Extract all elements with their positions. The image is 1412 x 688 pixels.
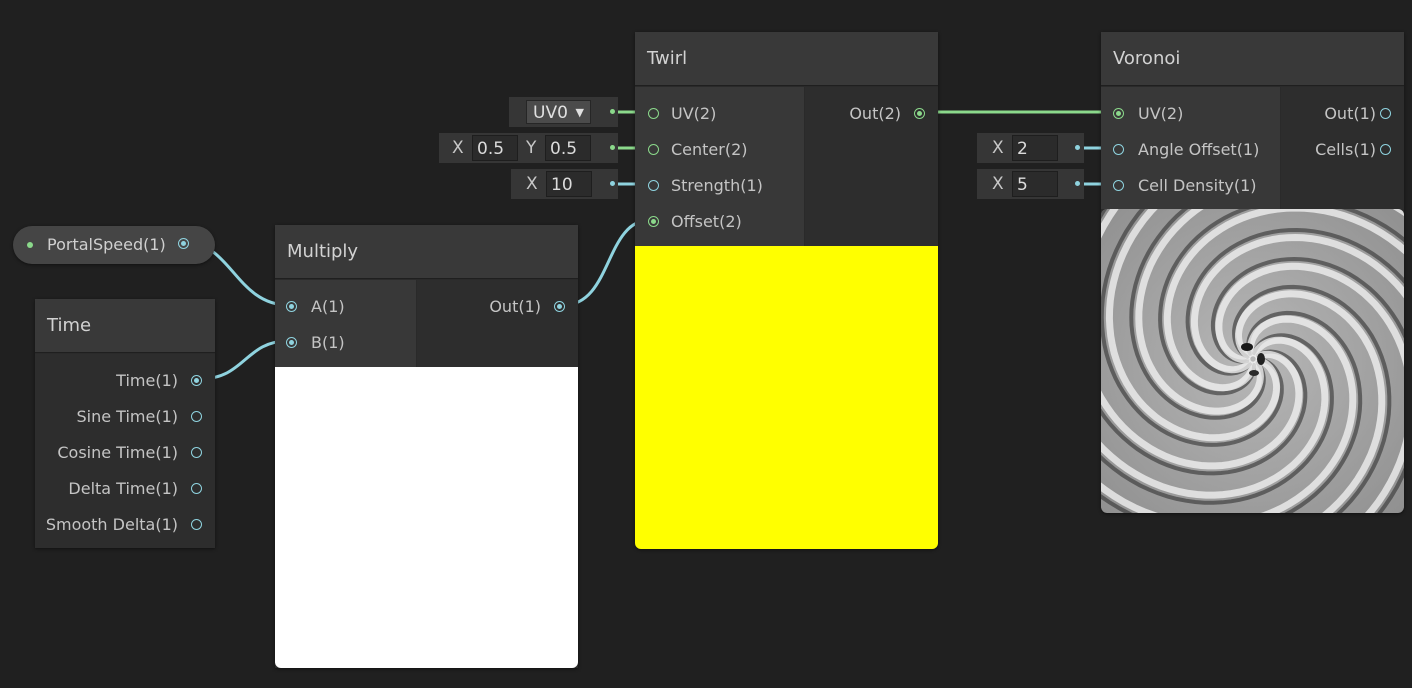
voronoi-output-column: Out(1) Cells(1)	[1281, 87, 1404, 209]
port-label: Cell Density(1)	[1138, 176, 1257, 195]
port-label: Center(2)	[671, 140, 748, 159]
port-center[interactable]: Center(2)	[635, 132, 804, 168]
input-pin[interactable]	[648, 216, 659, 227]
port-smooth-delta[interactable]: Smooth Delta(1)	[35, 507, 215, 543]
port-sine-time[interactable]: Sine Time(1)	[35, 399, 215, 435]
port-cells[interactable]: Cells(1)	[1281, 132, 1404, 168]
field-connector-dot	[1075, 181, 1080, 186]
twirl-node-title[interactable]: Twirl	[635, 32, 938, 86]
field-connector-dot	[610, 145, 615, 150]
input-pin[interactable]	[1113, 180, 1124, 191]
multiply-node[interactable]: Multiply A(1) B(1) Out(1)	[275, 225, 578, 668]
voronoi-node[interactable]: Voronoi UV(2) Angle Offset(1) Cell Densi…	[1101, 32, 1404, 513]
port-uv[interactable]: UV(2)	[635, 96, 804, 132]
port-offset[interactable]: Offset(2)	[635, 204, 804, 240]
multiply-output-column: Out(1)	[417, 280, 578, 367]
port-cell-density[interactable]: Cell Density(1)	[1101, 168, 1280, 204]
axis-x-label: X	[992, 174, 1004, 194]
voronoi-input-column: UV(2) Angle Offset(1) Cell Density(1)	[1101, 87, 1280, 209]
port-label: Strength(1)	[671, 176, 763, 195]
port-uv[interactable]: UV(2)	[1101, 96, 1280, 132]
port-label: Out(1)	[489, 297, 541, 316]
output-pin[interactable]	[191, 483, 202, 494]
twirl-node[interactable]: Twirl UV(2) Center(2) Strength(1) Offset…	[635, 32, 938, 549]
multiply-input-column: A(1) B(1)	[275, 280, 416, 367]
twirl-preview	[635, 246, 938, 549]
port-cosine-time[interactable]: Cosine Time(1)	[35, 435, 215, 471]
input-pin[interactable]	[286, 301, 297, 312]
property-output-port[interactable]	[178, 238, 189, 249]
multiply-node-title[interactable]: Multiply	[275, 225, 578, 279]
time-node-title[interactable]: Time	[35, 299, 215, 353]
port-label: Angle Offset(1)	[1138, 140, 1260, 159]
center-x-input[interactable]: 0.5	[472, 135, 518, 161]
port-label: Cells(1)	[1315, 140, 1376, 159]
port-label: Delta Time(1)	[68, 479, 178, 498]
property-label: PortalSpeed(1)	[47, 235, 166, 254]
port-label: UV(2)	[671, 104, 717, 123]
angle-offset-field: X 2	[977, 133, 1084, 163]
output-pin[interactable]	[191, 519, 202, 530]
axis-y-label: Y	[526, 138, 537, 158]
field-connector-dot	[610, 181, 615, 186]
axis-x-label: X	[526, 174, 538, 194]
port-label: B(1)	[311, 333, 345, 352]
field-connector-dot	[1075, 145, 1080, 150]
uv-channel-field: UV0 ▼	[509, 97, 618, 127]
output-pin[interactable]	[191, 375, 202, 386]
port-out[interactable]: Out(1)	[417, 289, 578, 325]
output-pin[interactable]	[1380, 108, 1391, 119]
port-label: UV(2)	[1138, 104, 1184, 123]
twirl-output-column: Out(2)	[805, 87, 938, 246]
port-label: Cosine Time(1)	[57, 443, 178, 462]
output-pin[interactable]	[914, 108, 925, 119]
center-y-input[interactable]: 0.5	[545, 135, 591, 161]
axis-x-label: X	[452, 138, 464, 158]
port-out[interactable]: Out(2)	[805, 96, 938, 132]
input-pin[interactable]	[1113, 144, 1124, 155]
input-pin[interactable]	[1113, 108, 1124, 119]
port-label: Out(2)	[849, 104, 901, 123]
voronoi-swirl-preview	[1101, 209, 1404, 513]
property-dot-icon	[27, 242, 33, 248]
port-delta-time[interactable]: Delta Time(1)	[35, 471, 215, 507]
dropdown-value: UV0	[533, 103, 568, 123]
cell-density-field: X 5	[977, 169, 1084, 199]
uv-channel-dropdown[interactable]: UV0 ▼	[526, 100, 591, 124]
cell-density-x-input[interactable]: 5	[1012, 171, 1058, 197]
port-label: A(1)	[311, 297, 345, 316]
voronoi-node-title[interactable]: Voronoi	[1101, 32, 1404, 86]
output-pin[interactable]	[191, 447, 202, 458]
twirl-input-column: UV(2) Center(2) Strength(1) Offset(2)	[635, 87, 804, 246]
center-field: X 0.5 Y 0.5	[439, 133, 618, 163]
strength-field: X 10	[511, 169, 618, 199]
port-out[interactable]: Out(1)	[1281, 96, 1404, 132]
angle-offset-x-input[interactable]: 2	[1012, 135, 1058, 161]
multiply-preview	[275, 367, 578, 668]
output-pin[interactable]	[191, 411, 202, 422]
output-pin[interactable]	[554, 301, 565, 312]
port-label: Offset(2)	[671, 212, 742, 231]
input-pin[interactable]	[648, 108, 659, 119]
port-label: Sine Time(1)	[76, 407, 179, 426]
port-b[interactable]: B(1)	[275, 325, 416, 361]
time-output-column: Time(1) Sine Time(1) Cosine Time(1) Delt…	[35, 354, 215, 548]
port-angle-offset[interactable]: Angle Offset(1)	[1101, 132, 1280, 168]
port-label: Out(1)	[1324, 104, 1376, 123]
output-pin[interactable]	[1380, 144, 1391, 155]
strength-x-input[interactable]: 10	[546, 171, 592, 197]
portalspeed-property-node[interactable]: PortalSpeed(1)	[13, 226, 215, 264]
axis-x-label: X	[992, 138, 1004, 158]
port-strength[interactable]: Strength(1)	[635, 168, 804, 204]
chevron-down-icon: ▼	[575, 106, 584, 119]
input-pin[interactable]	[286, 337, 297, 348]
input-pin[interactable]	[648, 180, 659, 191]
input-pin[interactable]	[648, 144, 659, 155]
field-connector-dot	[610, 109, 615, 114]
time-node[interactable]: Time Time(1) Sine Time(1) Cosine Time(1)…	[35, 299, 215, 548]
port-label: Smooth Delta(1)	[45, 515, 178, 534]
port-a[interactable]: A(1)	[275, 289, 416, 325]
port-time[interactable]: Time(1)	[35, 363, 215, 399]
port-label: Time(1)	[116, 371, 178, 390]
